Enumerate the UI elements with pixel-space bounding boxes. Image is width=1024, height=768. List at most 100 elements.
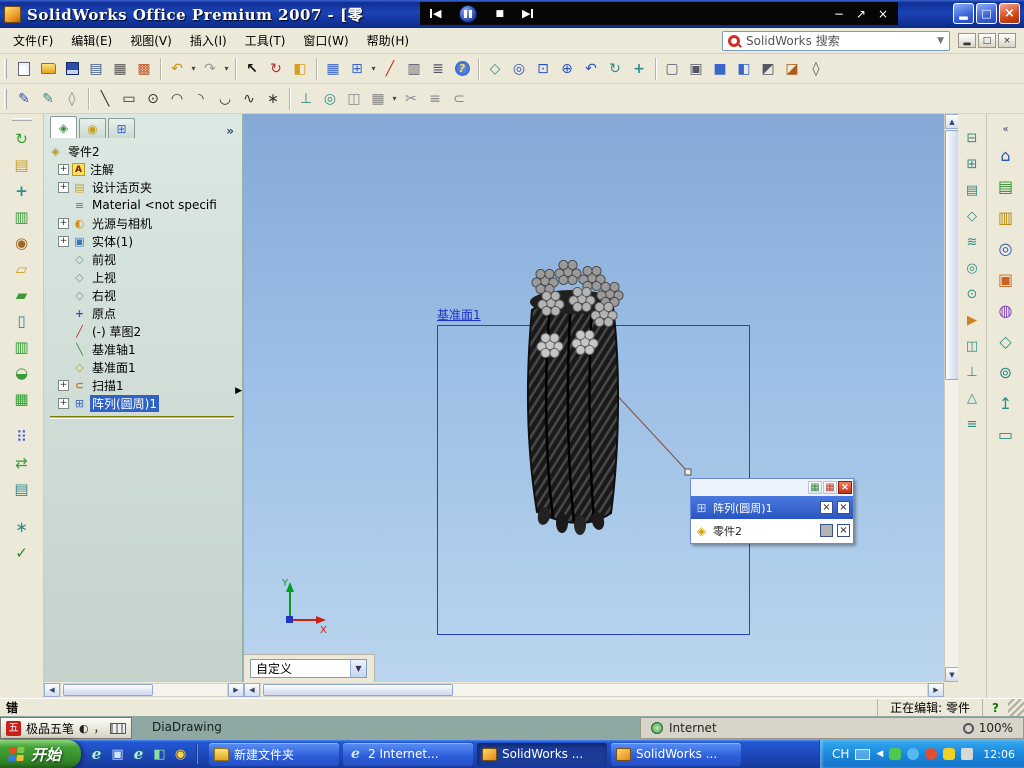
view-tool-8[interactable]: ▶ bbox=[961, 310, 983, 331]
shell-button[interactable]: ◒ bbox=[7, 360, 37, 386]
up-icon[interactable]: ▭ bbox=[993, 422, 1019, 446]
view-tool-2[interactable]: ⊞ bbox=[961, 154, 983, 175]
tangent-arc-button[interactable]: ◝ bbox=[189, 87, 213, 111]
scene-icon[interactable]: ↥ bbox=[993, 391, 1019, 415]
grid-button[interactable]: ▦ bbox=[321, 57, 345, 81]
revolved-cut-button[interactable]: ▱ bbox=[7, 256, 37, 282]
tree-item-design-binder[interactable]: + ▤ 设计活页夹 bbox=[48, 178, 242, 196]
view-tool-10[interactable]: ⊥ bbox=[961, 362, 983, 383]
expand-toggle[interactable]: + bbox=[58, 217, 69, 229]
solidworks-search-box[interactable]: SolidWorks 搜索 ▼ bbox=[722, 30, 950, 51]
soft-keyboard-icon[interactable] bbox=[109, 722, 126, 734]
rotate-view-button[interactable]: ↻ bbox=[603, 57, 627, 81]
tree-item-part[interactable]: ◈ 零件2 bbox=[48, 142, 242, 160]
scroll-right-icon[interactable]: ▶ bbox=[928, 683, 944, 697]
tree-item-axis1[interactable]: ╲ 基准轴1 bbox=[48, 340, 242, 358]
tree-item-annotations[interactable]: + A 注解 bbox=[48, 160, 242, 178]
toolbar-grip[interactable] bbox=[4, 88, 7, 109]
shadows-button[interactable]: ◩ bbox=[756, 57, 780, 81]
view-tool-9[interactable]: ◫ bbox=[961, 336, 983, 357]
view-tool-12[interactable]: ≡ bbox=[961, 414, 983, 435]
scrollbar-thumb[interactable] bbox=[263, 684, 453, 696]
appearances-icon[interactable]: ◍ bbox=[993, 298, 1019, 322]
custom-view-combo[interactable]: 自定义 ▼ bbox=[250, 659, 367, 678]
chevron-down-icon[interactable]: ▼ bbox=[937, 36, 944, 46]
fullwidth-toggle-icon[interactable]: ◐ bbox=[79, 722, 89, 735]
menu-tools[interactable]: 工具(T) bbox=[236, 28, 295, 53]
expand-toggle[interactable]: + bbox=[58, 379, 69, 391]
section-view-button[interactable]: ◪ bbox=[780, 57, 804, 81]
swept-boss-button[interactable]: + bbox=[7, 178, 37, 204]
expand-toggle[interactable]: + bbox=[58, 163, 69, 175]
tree-item-top-plane[interactable]: ◇ 上视 bbox=[48, 268, 242, 286]
chamfer-button[interactable]: ▥ bbox=[7, 334, 37, 360]
media-minimize-button[interactable]: − bbox=[834, 7, 844, 21]
undo-button[interactable]: ↶ bbox=[165, 57, 189, 81]
tree-item-origin[interactable]: + 原点 bbox=[48, 304, 242, 322]
tree-item-sweep1[interactable]: + ⊂ 扫描1 bbox=[48, 376, 242, 394]
tree-item-plane1[interactable]: ◇ 基准面1 bbox=[48, 358, 242, 376]
tree-item-sketch2[interactable]: ╱ (-) 草图2 bbox=[48, 322, 242, 340]
open-button[interactable] bbox=[36, 57, 60, 81]
new-button[interactable] bbox=[12, 57, 36, 81]
scroll-right-icon[interactable]: ▶ bbox=[228, 683, 244, 697]
linear-sketch-pattern-button[interactable]: ▦ bbox=[366, 87, 390, 111]
callout-row-pattern[interactable]: ⊞ 阵列(圆周)1 × × bbox=[691, 496, 853, 519]
wire-rope-model[interactable] bbox=[527, 259, 624, 535]
media-pause-button[interactable] bbox=[459, 4, 478, 23]
rectangle-button[interactable]: ▭ bbox=[117, 87, 141, 111]
save-button[interactable] bbox=[60, 57, 84, 81]
scrollbar-thumb[interactable] bbox=[63, 684, 153, 696]
color-swatches-button[interactable]: ▩ bbox=[132, 57, 156, 81]
tree-item-material[interactable]: ≡ Material <not specifi bbox=[48, 196, 242, 214]
tree-horizontal-scrollbar[interactable]: ◀ ▶ bbox=[44, 682, 244, 698]
instant-3d-button[interactable]: ✓ bbox=[7, 540, 37, 566]
view-tool-4[interactable]: ◇ bbox=[961, 206, 983, 227]
line-button[interactable]: ╲ bbox=[93, 87, 117, 111]
point-button[interactable]: ∗ bbox=[261, 87, 285, 111]
view-orientation-button[interactable]: ◇ bbox=[483, 57, 507, 81]
tree-item-right-plane[interactable]: ◇ 右视 bbox=[48, 286, 242, 304]
media-next-button[interactable]: ▶ bbox=[522, 7, 534, 20]
insert-object-button[interactable]: ⊞ bbox=[345, 57, 369, 81]
view-palette-icon[interactable]: ▣ bbox=[993, 267, 1019, 291]
reference-geometry-button[interactable]: ▤ bbox=[7, 476, 37, 502]
search-icon[interactable]: ◎ bbox=[993, 236, 1019, 260]
add-relation-button[interactable]: ⊥ bbox=[294, 87, 318, 111]
file-explorer-icon[interactable]: ▥ bbox=[993, 205, 1019, 229]
internet-explorer-icon[interactable]: e bbox=[130, 745, 147, 763]
quick-launch-icon[interactable]: ◧ bbox=[151, 746, 168, 763]
zoom-to-fit-button[interactable]: ◎ bbox=[507, 57, 531, 81]
menu-window[interactable]: 窗口(W) bbox=[294, 28, 357, 53]
quick-launch-icon[interactable]: ◉ bbox=[172, 746, 189, 763]
solidworks-resources-icon[interactable]: ⌂ bbox=[993, 143, 1019, 167]
help-icon[interactable]: ? bbox=[982, 699, 1008, 716]
view-tool-3[interactable]: ▤ bbox=[961, 180, 983, 201]
viewport-vertical-scrollbar[interactable]: ▲ ▼ bbox=[944, 114, 959, 682]
extruded-cut-button[interactable]: ◉ bbox=[7, 230, 37, 256]
view-tool-1[interactable]: ⊟ bbox=[961, 128, 983, 149]
callout-row-part[interactable]: ◈ 零件2 × bbox=[691, 519, 853, 542]
checkbox[interactable]: × bbox=[837, 501, 850, 514]
maximize-button[interactable]: □ bbox=[976, 3, 997, 24]
scrollbar-thumb[interactable] bbox=[945, 130, 959, 380]
table-button[interactable]: ▥ bbox=[402, 57, 426, 81]
hidden-lines-button[interactable]: ▣ bbox=[684, 57, 708, 81]
save-as-button[interactable]: ▤ bbox=[84, 57, 108, 81]
doc-close-button[interactable]: × bbox=[998, 33, 1016, 48]
ime-logo-icon[interactable]: 五 bbox=[6, 720, 21, 736]
menu-view[interactable]: 视图(V) bbox=[121, 28, 181, 53]
tray-icon-3[interactable] bbox=[925, 748, 938, 760]
trim-entities-button[interactable]: ✂ bbox=[399, 87, 423, 111]
show-desktop-icon[interactable]: ▣ bbox=[109, 746, 126, 763]
select-button[interactable]: ↖ bbox=[240, 57, 264, 81]
zoom-in-out-button[interactable]: ⊕ bbox=[555, 57, 579, 81]
collapse-icon[interactable]: « bbox=[993, 122, 1019, 136]
wireframe-button[interactable]: ▢ bbox=[660, 57, 684, 81]
grid-options-button[interactable]: ◊ bbox=[60, 87, 84, 111]
tree-item-circular-pattern1[interactable]: + ⊞ 阵列(圆周)1 bbox=[48, 394, 242, 412]
close-button[interactable]: × bbox=[999, 3, 1020, 24]
chevron-left-icon[interactable]: ◀ bbox=[876, 749, 883, 759]
view-tool-5[interactable]: ≋ bbox=[961, 232, 983, 253]
chevron-down-icon[interactable]: ▼ bbox=[350, 660, 366, 677]
